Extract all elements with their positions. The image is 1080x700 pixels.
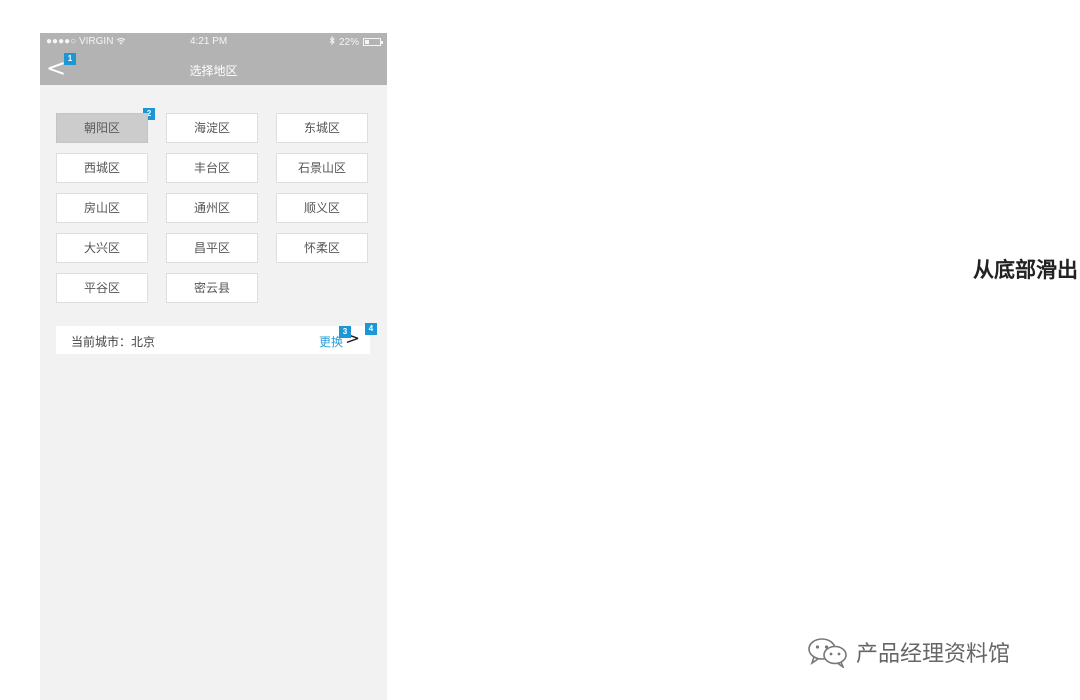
battery-icon: [363, 38, 383, 46]
district-button[interactable]: 西城区: [56, 153, 148, 183]
nav-bar: < 选择地区: [40, 52, 387, 85]
bluetooth-icon: [329, 35, 335, 48]
status-right: 22%: [329, 35, 383, 48]
phone-screen: ●●●●○ VIRGIN 4:21 PM 22% < 选择地区 1 2 朝阳区 …: [40, 33, 387, 700]
status-time: 4:21 PM: [190, 36, 228, 47]
district-button[interactable]: 朝阳区: [56, 113, 148, 143]
battery-percent: 22%: [338, 36, 359, 48]
district-button[interactable]: 怀柔区: [276, 233, 368, 263]
watermark: 产品经理资料馆: [806, 636, 1010, 668]
district-button[interactable]: 石景山区: [276, 153, 368, 183]
watermark-text: 产品经理资料馆: [856, 642, 1011, 667]
district-button[interactable]: 东城区: [276, 113, 368, 143]
district-button[interactable]: 顺义区: [276, 193, 368, 223]
district-button[interactable]: 平谷区: [56, 273, 148, 303]
carrier-label: ●●●●○ VIRGIN: [46, 36, 114, 47]
annotation-badge-4: 4: [365, 323, 377, 335]
district-button[interactable]: 大兴区: [56, 233, 148, 263]
page-title: 选择地区: [189, 64, 238, 78]
slide-caption: 从底部滑出: [973, 258, 1078, 282]
district-button[interactable]: 房山区: [56, 193, 148, 223]
wechat-icon: [808, 638, 847, 668]
district-button[interactable]: 密云县: [166, 273, 258, 303]
status-bar: ●●●●○ VIRGIN 4:21 PM 22%: [40, 33, 387, 52]
district-button[interactable]: 丰台区: [166, 153, 258, 183]
carrier-signal: ●●●●○ VIRGIN: [46, 36, 126, 47]
current-city-label: 当前城市：北京: [71, 335, 156, 349]
district-button[interactable]: 海淀区: [166, 113, 258, 143]
wifi-icon: [116, 36, 126, 47]
district-button[interactable]: 昌平区: [166, 233, 258, 263]
annotation-badge-1: 1: [64, 53, 76, 65]
annotation-badge-3: 3: [339, 326, 351, 338]
current-city-row: 当前城市：北京 更换 >: [56, 326, 370, 354]
district-button[interactable]: 通州区: [166, 193, 258, 223]
